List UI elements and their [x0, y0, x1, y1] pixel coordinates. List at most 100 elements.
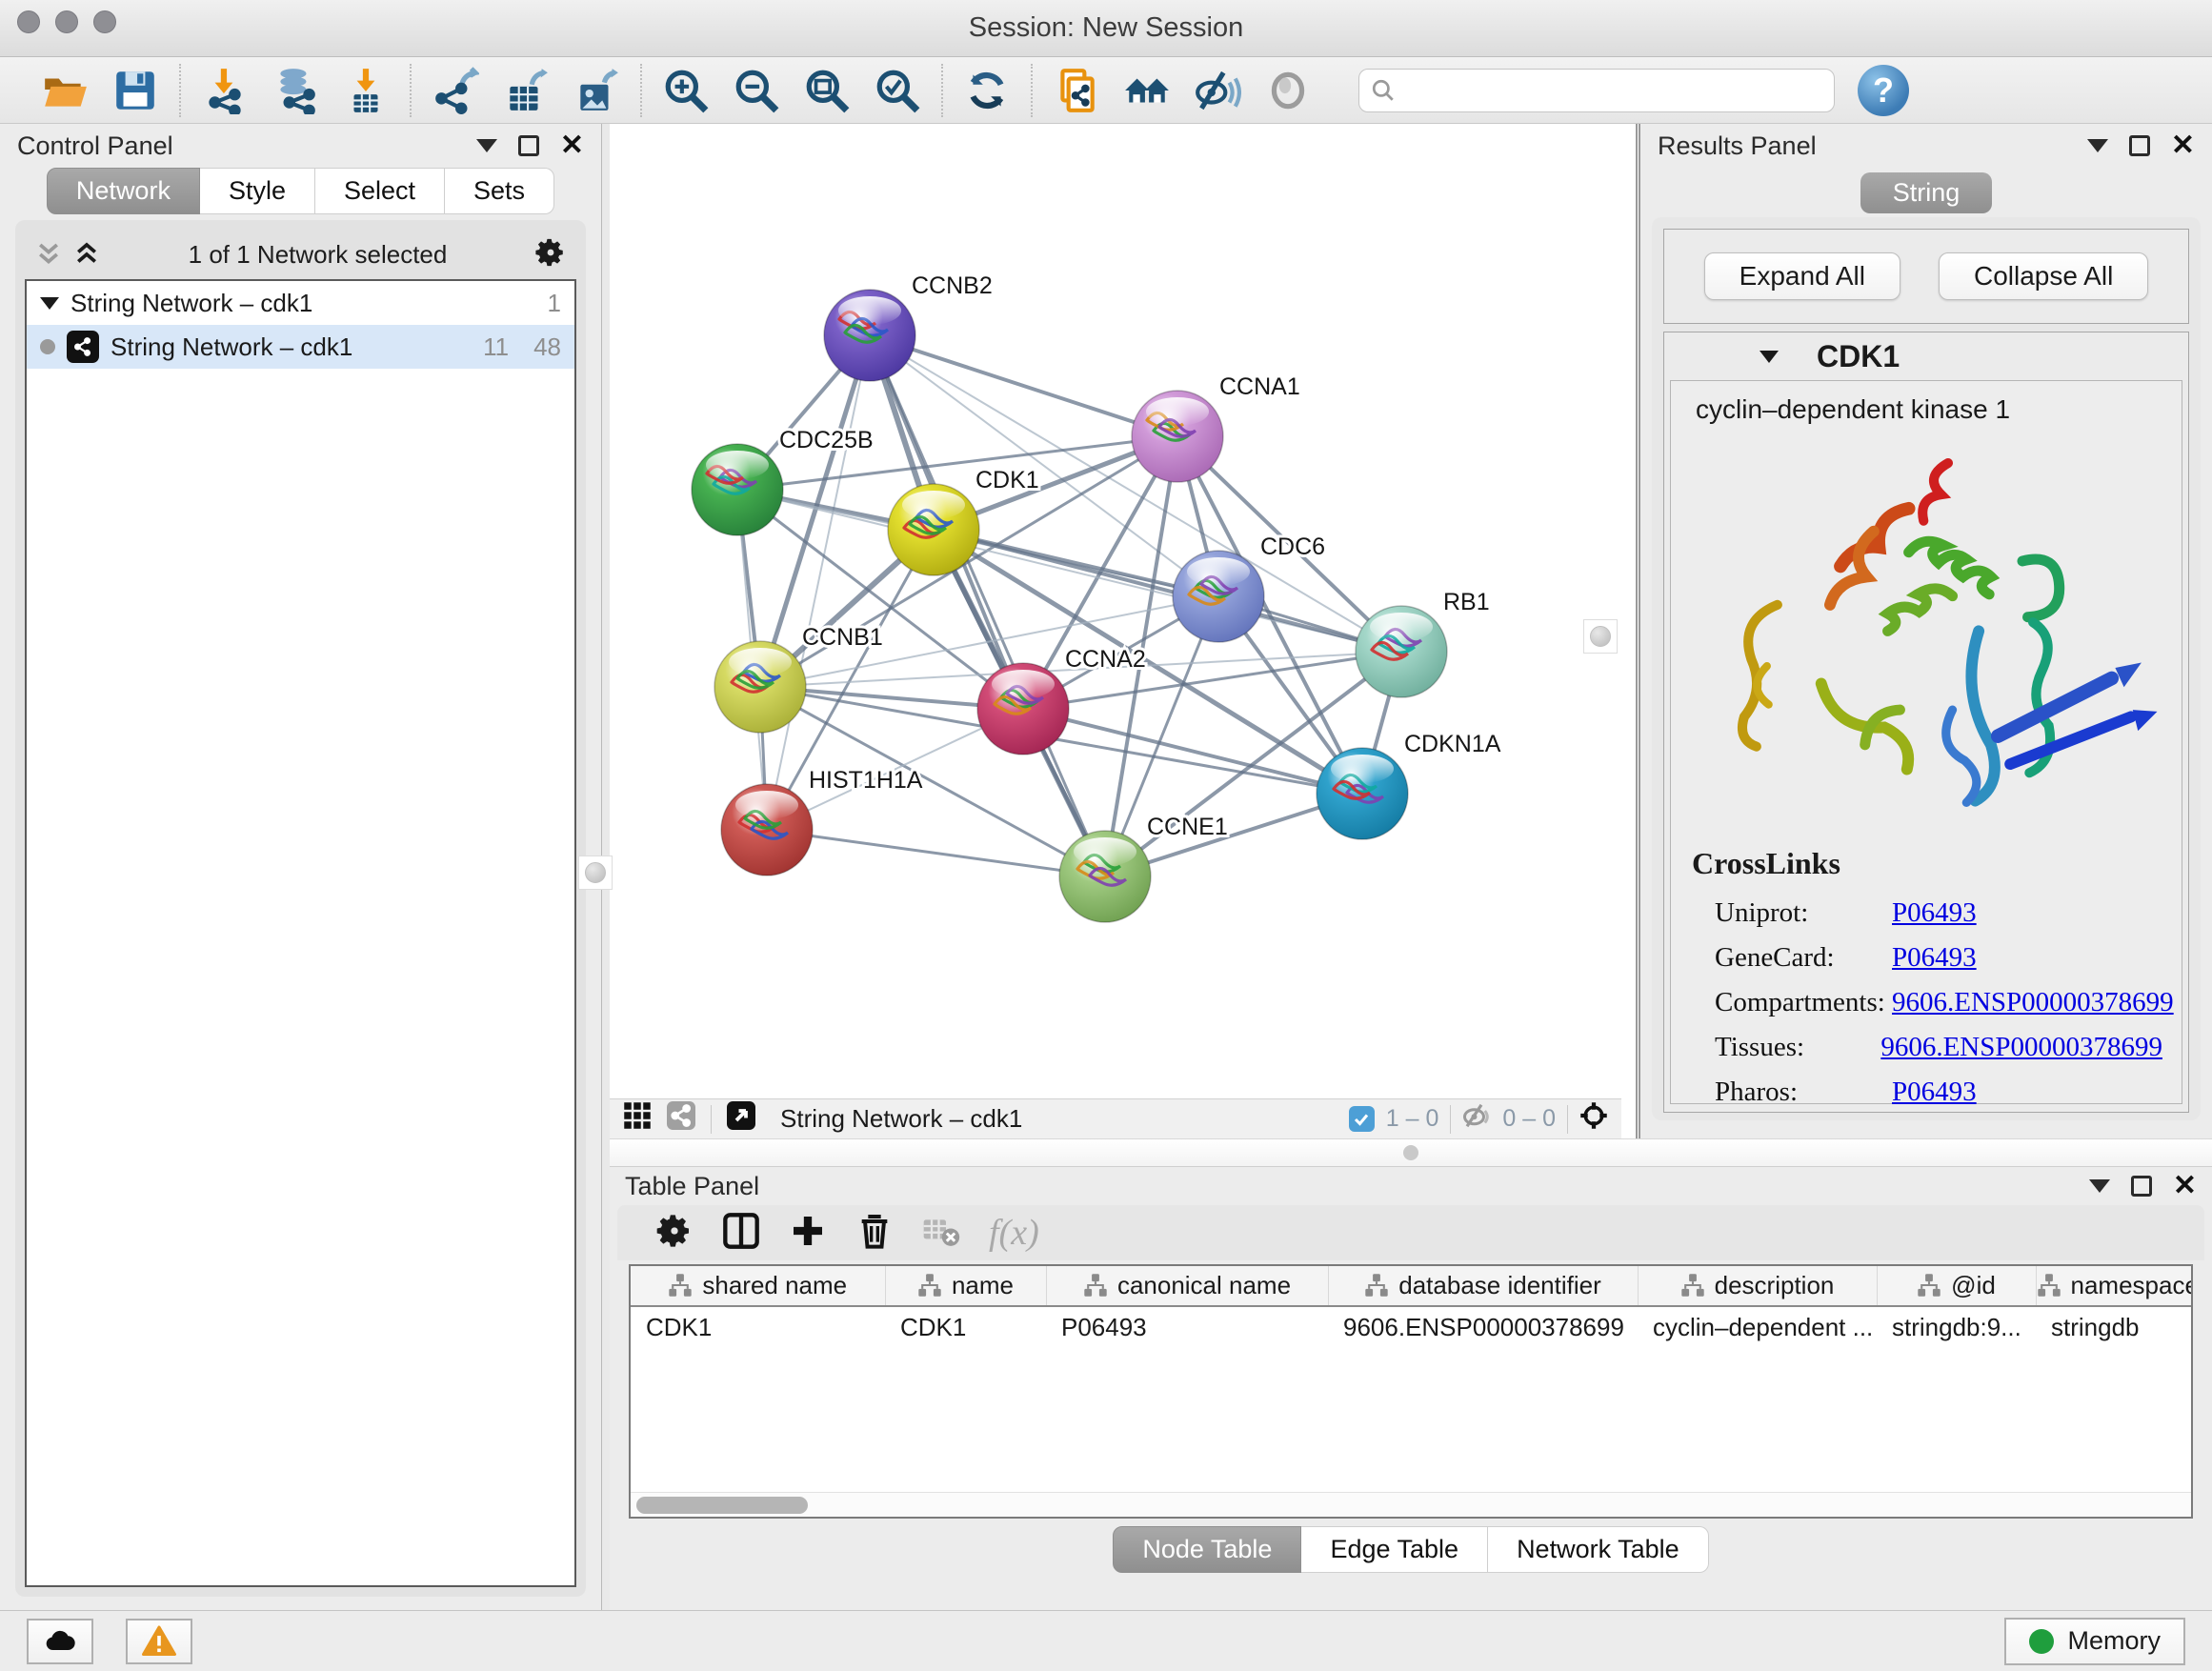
- tab-string[interactable]: String: [1860, 172, 1993, 213]
- network-edge[interactable]: [767, 830, 1105, 876]
- panel-close-icon[interactable]: ✕: [2171, 131, 2195, 160]
- network-node-ccna1[interactable]: CCNA1: [1132, 373, 1300, 482]
- minimize-window-button[interactable]: [55, 10, 78, 33]
- network-edge[interactable]: [934, 530, 1401, 652]
- table-cell[interactable]: stringdb: [2036, 1306, 2193, 1348]
- crosslink-link[interactable]: P06493: [1892, 897, 1977, 929]
- share-view-button[interactable]: [667, 1101, 695, 1137]
- network-canvas[interactable]: CCNB2CCNA1CDC25BCDK1CDC6RB1CCNB1CCNA2CDK…: [610, 124, 1621, 1098]
- import-network-file-button[interactable]: [196, 64, 253, 117]
- panel-menu-icon[interactable]: [2087, 139, 2108, 152]
- save-session-button[interactable]: [107, 64, 164, 117]
- collapse-node-icon[interactable]: [1760, 351, 1779, 363]
- close-window-button[interactable]: [17, 10, 40, 33]
- panel-float-icon[interactable]: [2129, 135, 2150, 156]
- zoom-fit-button[interactable]: [798, 64, 855, 117]
- help-button[interactable]: ?: [1858, 65, 1909, 116]
- delete-table-button[interactable]: [922, 1212, 960, 1255]
- export-image-button[interactable]: [568, 64, 625, 117]
- crosslink-link[interactable]: P06493: [1892, 942, 1977, 974]
- panel-menu-icon[interactable]: [476, 139, 497, 152]
- column-header-name[interactable]: name: [885, 1266, 1046, 1306]
- grid-view-button[interactable]: [623, 1101, 652, 1137]
- panel-close-icon[interactable]: ✕: [2173, 1172, 2197, 1200]
- network-view[interactable]: CCNB2CCNA1CDC25BCDK1CDC6RB1CCNB1CCNA2CDK…: [610, 124, 1621, 1138]
- column-header-description[interactable]: description: [1638, 1266, 1877, 1306]
- crosshair-button[interactable]: [1579, 1101, 1608, 1137]
- collapse-all-chevrons-icon[interactable]: [72, 240, 101, 269]
- show-glass-button[interactable]: [1259, 64, 1317, 117]
- tab-node-table[interactable]: Node Table: [1113, 1526, 1301, 1573]
- panel-float-icon[interactable]: [2131, 1176, 2152, 1197]
- open-session-button[interactable]: [36, 64, 93, 117]
- add-column-button[interactable]: [789, 1212, 827, 1255]
- column-header-database-identifier[interactable]: database identifier: [1328, 1266, 1638, 1306]
- network-node-ccnb1[interactable]: CCNB1: [714, 624, 883, 733]
- selected-checkbox-icon[interactable]: [1349, 1106, 1375, 1132]
- tab-select[interactable]: Select: [315, 168, 445, 214]
- column-header-canonical-name[interactable]: canonical name: [1046, 1266, 1328, 1306]
- show-columns-button[interactable]: [722, 1212, 760, 1255]
- string-home-button[interactable]: [1118, 64, 1176, 117]
- table-horizontal-scrollbar[interactable]: [631, 1492, 2191, 1517]
- column-header--id[interactable]: @id: [1877, 1266, 2036, 1306]
- left-splitter[interactable]: [602, 124, 610, 1610]
- table-cell[interactable]: CDK1: [631, 1306, 885, 1348]
- table-cell[interactable]: 9606.ENSP00000378699: [1328, 1306, 1638, 1348]
- tab-sets[interactable]: Sets: [445, 168, 554, 214]
- memory-button[interactable]: Memory: [2004, 1618, 2185, 1665]
- export-table-button[interactable]: [497, 64, 554, 117]
- table-splitter-handle[interactable]: [1403, 1145, 1418, 1160]
- left-splitter-handle[interactable]: [578, 856, 613, 890]
- table-cell[interactable]: stringdb:9...: [1877, 1306, 2036, 1348]
- network-options-button[interactable]: [534, 236, 567, 273]
- tab-style[interactable]: Style: [200, 168, 315, 214]
- table-row[interactable]: CDK1CDK1P064939606.ENSP00000378699cyclin…: [631, 1306, 2193, 1348]
- panel-float-icon[interactable]: [518, 135, 539, 156]
- search-input[interactable]: [1403, 75, 1822, 105]
- table-options-button[interactable]: [655, 1212, 694, 1255]
- search-field[interactable]: [1358, 69, 1835, 112]
- column-header-namespace[interactable]: namespace: [2036, 1266, 2193, 1306]
- table-cell[interactable]: CDK1: [885, 1306, 1046, 1348]
- hide-glass-button[interactable]: [1189, 64, 1246, 117]
- panel-menu-icon[interactable]: [2089, 1179, 2110, 1193]
- panel-close-icon[interactable]: ✕: [560, 131, 584, 160]
- table-cell[interactable]: P06493: [1046, 1306, 1328, 1348]
- table-cell[interactable]: cyclin–dependent ...: [1638, 1306, 1877, 1348]
- crosslink-link[interactable]: 9606.ENSP00000378699: [1892, 987, 2174, 1018]
- right-splitter-handle[interactable]: [1583, 619, 1618, 654]
- collapse-all-button[interactable]: Collapse All: [1939, 252, 2148, 300]
- tab-network-table[interactable]: Network Table: [1488, 1526, 1709, 1573]
- delete-column-button[interactable]: [855, 1212, 894, 1255]
- crosslink-link[interactable]: P06493: [1892, 1077, 1977, 1108]
- copy-network-button[interactable]: [1048, 64, 1105, 117]
- crosslink-link[interactable]: 9606.ENSP00000378699: [1880, 1032, 2162, 1063]
- network-collection-row[interactable]: String Network – cdk1 1: [27, 281, 574, 325]
- network-edge[interactable]: [870, 335, 1105, 876]
- network-node-cdkn1a[interactable]: CDKN1A: [1317, 731, 1501, 839]
- results-splitter[interactable]: [1621, 124, 1640, 1138]
- network-node-cdc25b[interactable]: CDC25B: [692, 427, 874, 535]
- network-node-hist1h1a[interactable]: HIST1H1A: [721, 767, 923, 876]
- table-splitter[interactable]: [610, 1138, 2212, 1167]
- scrollbar-thumb[interactable]: [636, 1497, 808, 1514]
- function-builder-button[interactable]: f(x): [989, 1212, 1039, 1254]
- column-header-shared-name[interactable]: shared name: [631, 1266, 885, 1306]
- import-network-database-button[interactable]: [267, 64, 324, 117]
- expand-all-button[interactable]: Expand All: [1704, 252, 1900, 300]
- network-edge[interactable]: [767, 335, 870, 830]
- tab-edge-table[interactable]: Edge Table: [1301, 1526, 1488, 1573]
- network-node-cdk1[interactable]: CDK1: [888, 467, 1039, 575]
- cloud-status-button[interactable]: [27, 1619, 93, 1664]
- network-node-rb1[interactable]: RB1: [1356, 589, 1490, 697]
- export-network-button[interactable]: [427, 64, 484, 117]
- zoom-selected-button[interactable]: [869, 64, 926, 117]
- node-table[interactable]: shared namenamecanonical namedatabase id…: [629, 1264, 2193, 1519]
- tab-network[interactable]: Network: [47, 168, 200, 214]
- zoom-in-button[interactable]: [657, 64, 714, 117]
- warnings-button[interactable]: [126, 1619, 192, 1664]
- collapse-icon[interactable]: [40, 297, 59, 310]
- birdseye-toggle-button[interactable]: [727, 1101, 755, 1137]
- maximize-window-button[interactable]: [93, 10, 116, 33]
